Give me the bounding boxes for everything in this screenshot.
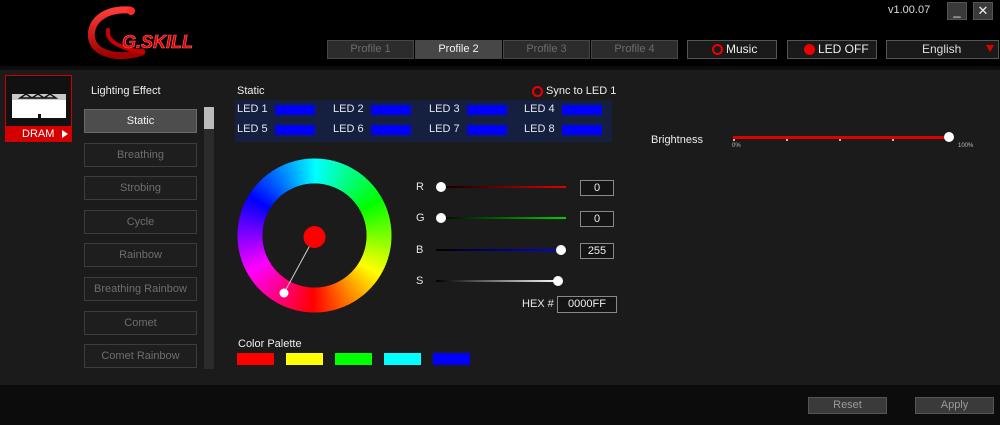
brightness-label: Brightness	[651, 134, 703, 146]
hue-handle[interactable]	[279, 288, 289, 298]
g-slider-track[interactable]	[436, 217, 566, 219]
brightness-max-label: 100%	[958, 143, 974, 149]
hex-label: HEX #	[522, 298, 554, 310]
language-value: English	[922, 42, 962, 56]
effect-static-button[interactable]: Static	[84, 109, 197, 133]
color-wheel[interactable]	[237, 158, 392, 313]
led-2-label[interactable]: LED 2	[333, 103, 364, 115]
led-4-label[interactable]: LED 4	[524, 103, 555, 115]
b-slider-track[interactable]	[436, 249, 566, 251]
r-slider-knob[interactable]	[436, 182, 446, 192]
led-5-swatch[interactable]	[275, 125, 315, 135]
brightness-tick	[733, 139, 735, 141]
b-slider-knob[interactable]	[556, 245, 566, 255]
palette-swatch-2[interactable]	[286, 353, 323, 365]
s-slider-knob[interactable]	[553, 276, 563, 286]
lighting-effect-title: Lighting Effect	[91, 85, 161, 97]
led-5-label[interactable]: LED 5	[237, 123, 268, 135]
led-7-label[interactable]: LED 7	[429, 123, 460, 135]
led-off-button[interactable]: LED OFF	[787, 40, 877, 59]
brightness-tick	[786, 139, 788, 141]
palette-swatch-1[interactable]	[237, 353, 274, 365]
effect-cycle-button[interactable]: Cycle	[84, 210, 197, 234]
reset-button[interactable]: Reset	[808, 397, 887, 414]
g-slider-knob[interactable]	[436, 213, 446, 223]
effect-strobing-button[interactable]: Strobing	[84, 176, 197, 200]
language-select[interactable]: English	[886, 40, 999, 59]
led-7-swatch[interactable]	[467, 125, 507, 135]
led-4-swatch[interactable]	[562, 105, 602, 115]
palette-swatch-5[interactable]	[433, 353, 470, 365]
b-label: B	[416, 244, 424, 256]
led-1-swatch[interactable]	[275, 105, 315, 115]
b-value-field[interactable]: 255	[580, 243, 614, 259]
led-6-swatch[interactable]	[371, 125, 411, 135]
led-2-swatch[interactable]	[371, 105, 411, 115]
r-label: R	[416, 181, 424, 193]
sync-to-led1-label[interactable]: Sync to LED 1	[546, 85, 616, 97]
music-radio-icon	[712, 44, 723, 55]
device-tab-dram[interactable]: DRAM	[5, 126, 72, 142]
svg-text:G.SKILL: G.SKILL	[122, 32, 193, 52]
sync-radio-icon[interactable]	[532, 86, 543, 97]
music-button[interactable]: Music	[687, 40, 777, 59]
effect-comet-button[interactable]: Comet	[84, 311, 197, 335]
led-8-swatch[interactable]	[562, 125, 602, 135]
led-off-label: LED OFF	[818, 42, 869, 56]
tab-profile-2[interactable]: Profile 2	[415, 40, 502, 59]
r-slider-track[interactable]	[436, 186, 566, 188]
brightness-min-label: 0%	[732, 143, 741, 149]
device-label: DRAM	[22, 128, 55, 140]
gskill-logo: G.SKILL	[87, 6, 193, 59]
effect-comet-rainbow-button[interactable]: Comet Rainbow	[84, 344, 197, 368]
effect-list-scrollbar[interactable]	[204, 107, 214, 369]
g-value-field[interactable]: 0	[580, 211, 614, 227]
palette-swatch-4[interactable]	[384, 353, 421, 365]
effect-rainbow-button[interactable]: Rainbow	[84, 243, 197, 267]
dropdown-arrow-icon	[986, 45, 994, 52]
brightness-tick	[892, 139, 894, 141]
chevron-right-icon	[62, 130, 68, 138]
s-label: S	[416, 275, 424, 287]
close-button[interactable]: ✕	[973, 2, 993, 20]
effect-breathing-rainbow-button[interactable]: Breathing Rainbow	[84, 277, 197, 301]
selected-color-indicator[interactable]	[303, 226, 326, 248]
effect-breathing-button[interactable]: Breathing	[84, 143, 197, 167]
minimize-button[interactable]: _	[947, 2, 967, 20]
brightness-tick	[839, 139, 841, 141]
version-label: v1.00.07	[888, 4, 931, 16]
led-3-swatch[interactable]	[467, 105, 507, 115]
led-6-label[interactable]: LED 6	[333, 123, 364, 135]
r-value-field[interactable]: 0	[580, 180, 614, 196]
led-off-dot-icon	[804, 44, 815, 55]
static-section-title: Static	[237, 85, 265, 97]
color-palette-title: Color Palette	[238, 338, 302, 350]
g-label: G	[416, 212, 425, 224]
music-label: Music	[726, 42, 758, 56]
led-8-label[interactable]: LED 8	[524, 123, 555, 135]
apply-button[interactable]: Apply	[915, 397, 994, 414]
effect-list-scroll-thumb[interactable]	[204, 107, 214, 129]
led-3-label[interactable]: LED 3	[429, 103, 460, 115]
tab-profile-1[interactable]: Profile 1	[327, 40, 414, 59]
led-1-label[interactable]: LED 1	[237, 103, 268, 115]
tab-profile-3[interactable]: Profile 3	[503, 40, 590, 59]
s-slider-track[interactable]	[436, 280, 560, 282]
tab-profile-4[interactable]: Profile 4	[591, 40, 678, 59]
dram-module-icon	[12, 93, 66, 118]
brightness-slider-track[interactable]	[733, 136, 950, 139]
palette-swatch-3[interactable]	[335, 353, 372, 365]
hex-input[interactable]: 0000FF	[557, 296, 617, 313]
brightness-slider-knob[interactable]	[944, 132, 954, 142]
